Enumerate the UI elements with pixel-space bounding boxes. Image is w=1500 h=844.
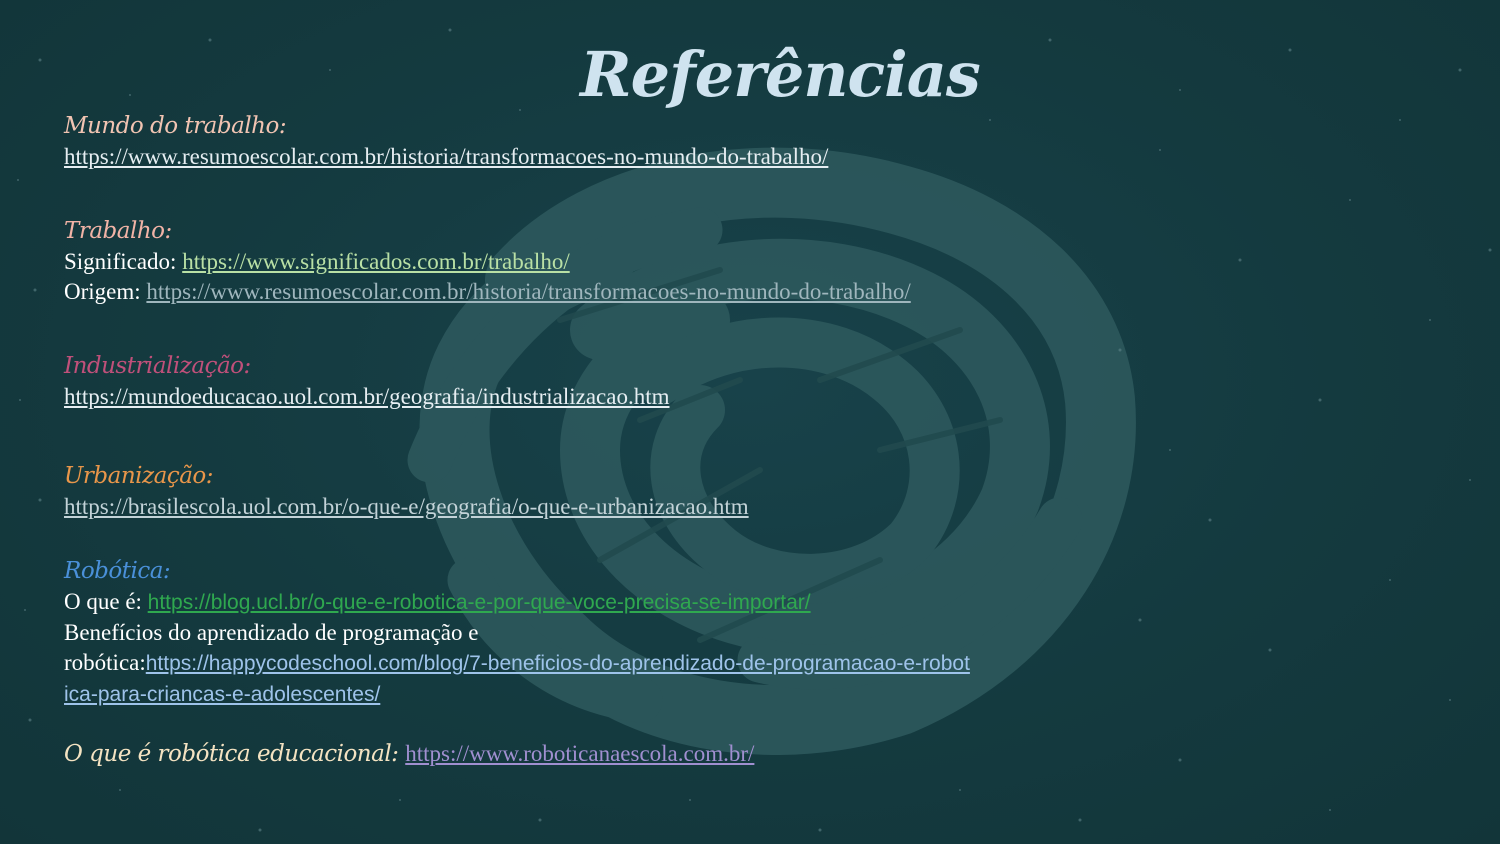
reference-link[interactable]: https://mundoeducacao.uol.com.br/geograf… (64, 384, 669, 409)
section-robotica-educacional: O que é robótica educacional: https://ww… (64, 738, 1164, 770)
section-heading: Urbanização: (64, 463, 214, 489)
section-heading: Mundo do trabalho: (64, 113, 287, 139)
section-mundo-do-trabalho: Mundo do trabalho: https://www.resumoesc… (64, 110, 1164, 172)
section-heading: Robótica: (64, 558, 171, 584)
origem-label: Origem: (64, 279, 147, 304)
beneficios-label: Benefícios do aprendizado de programação… (64, 620, 479, 645)
section-heading: Trabalho: (64, 218, 172, 244)
origem-link[interactable]: https://www.resumoescolar.com.br/histori… (146, 279, 910, 304)
significado-link[interactable]: https://www.significados.com.br/trabalho… (182, 249, 570, 274)
oque-label: O que é: (64, 589, 148, 614)
section-trabalho: Trabalho: Significado: https://www.signi… (64, 215, 1164, 307)
beneficios-label-cont: robótica: (64, 650, 146, 675)
reference-link[interactable]: https://www.roboticanaescola.com.br/ (405, 741, 754, 766)
section-heading: O que é robótica educacional: (64, 741, 406, 767)
slide-title: Referências (580, 38, 981, 111)
significado-label: Significado: (64, 249, 183, 274)
beneficios-link-cont[interactable]: ica-para-criancas-e-adolescentes/ (64, 683, 380, 706)
beneficios-link[interactable]: https://happycodeschool.com/blog/7-benef… (146, 652, 970, 675)
oque-e-robotica-link[interactable]: https://blog.ucl.br/o-que-e-robotica-e-p… (148, 591, 811, 614)
section-robotica: Robótica: O que é: https://blog.ucl.br/o… (64, 555, 1164, 710)
reference-link[interactable]: https://www.resumoescolar.com.br/histori… (64, 144, 828, 169)
section-urbanizacao: Urbanização: https://brasilescola.uol.co… (64, 460, 1164, 522)
section-industrializacao: Industrialização: https://mundoeducacao.… (64, 350, 1164, 412)
section-heading: Industrialização: (64, 353, 251, 379)
slide-background: Referências Mundo do trabalho: https://w… (0, 0, 1500, 844)
reference-link[interactable]: https://brasilescola.uol.com.br/o-que-e/… (64, 494, 749, 519)
